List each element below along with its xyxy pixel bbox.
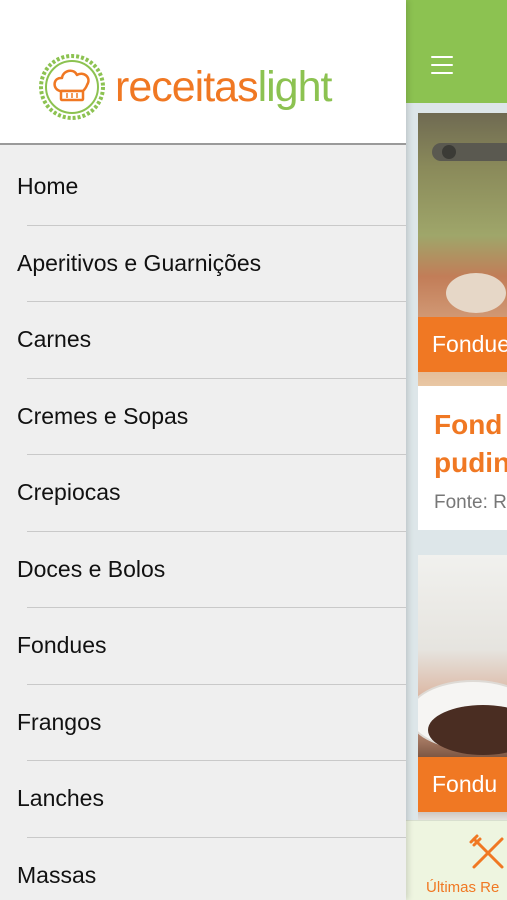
category-tag[interactable]: Fondue (418, 317, 507, 372)
recipe-card[interactable]: Fondue Fond pudin Fonte: R (418, 113, 507, 530)
brand-logo: receitaslight (38, 53, 368, 123)
fork-knife-icon[interactable] (468, 833, 507, 873)
bottom-tab-bar: Últimas Re (406, 820, 507, 900)
category-tag[interactable]: Fondu (418, 757, 507, 812)
brand-wordmark-part1: receitas (115, 63, 259, 111)
brand-wordmark: receitaslight (115, 61, 333, 113)
menu-item-doces-bolos[interactable]: Doces e Bolos (0, 532, 406, 608)
brand-wordmark-part2: light (257, 63, 333, 111)
menu-item-label: Lanches (17, 785, 104, 811)
recipe-feed: Fondue Fond pudin Fonte: R Fondu (406, 103, 507, 825)
menu-item-aperitivos[interactable]: Aperitivos e Guarnições (0, 226, 406, 302)
recipe-card[interactable]: Fondu (418, 555, 507, 825)
drawer-header: receitaslight (0, 0, 406, 145)
menu-item-label: Home (17, 173, 79, 199)
menu-item-label: Carnes (17, 326, 92, 352)
navigation-drawer: receitaslight Home Aperitivos e Guarniçõ… (0, 0, 406, 900)
menu-item-carnes[interactable]: Carnes (0, 302, 406, 379)
drawer-menu: Home Aperitivos e Guarnições Carnes Crem… (0, 149, 406, 900)
menu-item-label: Crepiocas (17, 479, 121, 505)
menu-item-label: Massas (17, 861, 97, 888)
hamburger-icon[interactable] (431, 56, 453, 76)
main-app-content: Fondue Fond pudin Fonte: R Fondu Últimas… (406, 0, 507, 900)
menu-item-label: Cremes e Sopas (17, 402, 189, 429)
menu-item-label: Aperitivos e Guarnições (17, 249, 262, 276)
menu-item-lanches[interactable]: Lanches (0, 761, 406, 838)
recipe-title-line1: Fond (434, 409, 503, 440)
recipe-source: Fonte: R (434, 492, 507, 513)
chef-hat-icon (39, 54, 105, 120)
menu-item-label: Fondues (17, 632, 107, 658)
tab-latest-recipes[interactable]: Últimas Re (426, 879, 499, 896)
menu-item-label: Frangos (17, 708, 102, 735)
menu-item-label: Doces e Bolos (17, 555, 166, 582)
menu-item-home[interactable]: Home (0, 149, 406, 226)
menu-item-cremes-sopas[interactable]: Cremes e Sopas (0, 379, 406, 455)
menu-item-frangos[interactable]: Frangos (0, 685, 406, 761)
menu-item-massas[interactable]: Massas (0, 838, 406, 900)
menu-item-crepiocas[interactable]: Crepiocas (0, 455, 406, 532)
recipe-title[interactable]: Fond pudin (434, 406, 507, 482)
menu-item-fondues[interactable]: Fondues (0, 608, 406, 685)
app-header (406, 0, 507, 103)
recipe-title-line2: pudin (434, 447, 507, 478)
